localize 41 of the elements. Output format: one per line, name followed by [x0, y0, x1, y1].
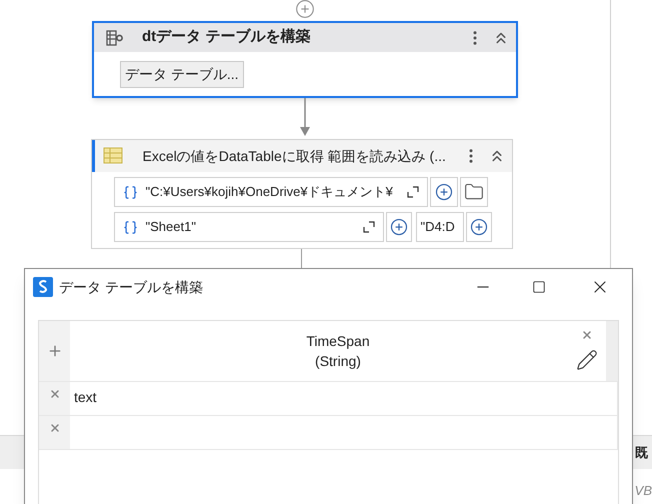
activity-card[interactable]: Excelの値をDataTableに取得 範囲を読み込み (... "C:¥Users¥kojih¥OneDrive¥ドキュメント¥ "Sheet1" "D4:D: [90, 139, 512, 249]
app-icon: [33, 277, 53, 297]
delete-column-icon[interactable]: [581, 329, 593, 341]
activity-card[interactable]: dtデータ テーブルを構築 データ テーブル...: [92, 21, 518, 98]
table-gear-icon: [106, 30, 124, 46]
panel-value: VB: [634, 482, 652, 500]
add-activity-icon[interactable]: [295, 0, 315, 19]
plus-circle-icon: [390, 218, 408, 236]
column-header[interactable]: TimeSpan (String): [70, 321, 606, 381]
folder-icon: [464, 182, 484, 202]
expand-icon[interactable]: [362, 221, 374, 233]
delete-row-icon[interactable]: [48, 422, 60, 434]
plus-circle-icon: [434, 183, 452, 201]
column-type: (String): [315, 352, 361, 371]
data-table-button[interactable]: データ テーブル...: [120, 60, 244, 88]
expand-icon[interactable]: [406, 186, 418, 198]
panel-header-text: 既: [635, 444, 648, 462]
sheet-name-field[interactable]: "Sheet1": [114, 212, 384, 242]
maximize-icon[interactable]: [532, 280, 546, 294]
range-field[interactable]: "D4:D: [416, 212, 464, 242]
delete-row-icon[interactable]: [48, 388, 60, 400]
connector-arrow: [299, 98, 311, 138]
activity-title: Excelの値をDataTableに取得 範囲を読み込み (...: [142, 146, 447, 166]
plus-circle-icon: [470, 218, 488, 236]
path-text: "C:¥Users¥kojih¥OneDrive¥ドキュメント¥: [146, 183, 394, 202]
dialog-title: データ テーブルを構築: [59, 278, 204, 296]
sheet-text: "Sheet1": [146, 218, 197, 236]
browse-folder-button[interactable]: [460, 177, 488, 207]
expression-icon: [122, 184, 138, 200]
table-cell: text: [74, 389, 97, 405]
range-text: "D4:D: [420, 218, 455, 236]
add-button[interactable]: [466, 212, 492, 242]
spreadsheet-icon: [102, 147, 124, 165]
activity-title: dtデータ テーブルを構築: [142, 27, 312, 48]
add-button[interactable]: [386, 212, 412, 242]
add-button[interactable]: [430, 177, 458, 207]
workbook-path-field[interactable]: "C:¥Users¥kojih¥OneDrive¥ドキュメント¥: [114, 177, 428, 207]
column-name: TimeSpan: [306, 332, 370, 351]
expression-icon: [122, 220, 138, 234]
edit-icon[interactable]: [576, 349, 598, 371]
add-column-icon[interactable]: [46, 343, 62, 359]
